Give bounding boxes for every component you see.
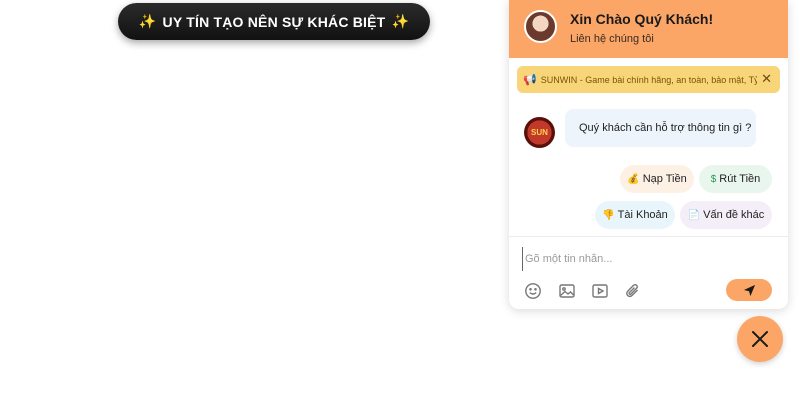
attachment-icon[interactable] xyxy=(624,282,642,300)
chat-widget: Xin Chào Quý Khách! Liên hệ chúng tôi 📢 … xyxy=(509,0,788,309)
chat-title: Xin Chào Quý Khách! xyxy=(570,11,714,27)
close-icon xyxy=(752,331,768,347)
send-button[interactable] xyxy=(726,279,772,301)
notice-text: SUNWIN - Game bài chính hãng, an toàn, b… xyxy=(540,74,757,85)
quick-reply-nap-tien[interactable]: 💰 Nạp Tiền xyxy=(620,165,694,193)
video-icon[interactable] xyxy=(591,282,609,300)
close-icon[interactable]: ✕ xyxy=(761,71,772,87)
quick-reply-label: Vấn đề khác xyxy=(703,209,765,221)
notice-bar: 📢 SUNWIN - Game bài chính hãng, an toàn,… xyxy=(517,66,780,93)
chat-toggle-button[interactable] xyxy=(737,316,783,362)
money-bag-icon: 💰 xyxy=(627,173,640,185)
agent-avatar xyxy=(524,10,557,43)
chat-subtitle: Liên hệ chúng tôi xyxy=(570,33,654,45)
quick-reply-rut-tien[interactable]: $ Rút Tiền xyxy=(699,165,772,193)
send-icon xyxy=(743,284,755,296)
bot-avatar: SUN xyxy=(524,117,555,148)
quick-reply-label: Nạp Tiền xyxy=(642,173,687,185)
document-icon: 📄 xyxy=(687,209,701,221)
sparkle-icon-right: ✨ xyxy=(391,13,410,29)
thumbs-down-icon: 👎 xyxy=(602,209,615,221)
quick-reply-label: Tài Khoản xyxy=(617,209,668,221)
dollar-icon: $ xyxy=(710,173,717,185)
quick-reply-label: Rút Tiền xyxy=(719,173,761,185)
quick-reply-van-de-khac[interactable]: 📄 Vấn đề khác xyxy=(680,201,772,229)
sparkle-icon-left: ✨ xyxy=(138,13,157,29)
promo-banner: ✨ UY TÍN TẠO NÊN SỰ KHÁC BIỆT ✨ xyxy=(118,3,430,40)
emoji-icon[interactable] xyxy=(524,282,542,300)
bot-message: Quý khách cần hỗ trợ thông tin gì ? xyxy=(565,109,756,147)
image-icon[interactable] xyxy=(558,282,576,300)
megaphone-icon: 📢 xyxy=(523,74,537,86)
chat-header: Xin Chào Quý Khách! Liên hệ chúng tôi xyxy=(509,0,788,58)
message-input[interactable] xyxy=(522,247,777,271)
promo-banner-text: UY TÍN TẠO NÊN SỰ KHÁC BIỆT xyxy=(162,13,386,30)
quick-reply-tai-khoan[interactable]: 👎 Tài Khoản xyxy=(595,201,675,229)
message-composer xyxy=(509,236,788,309)
